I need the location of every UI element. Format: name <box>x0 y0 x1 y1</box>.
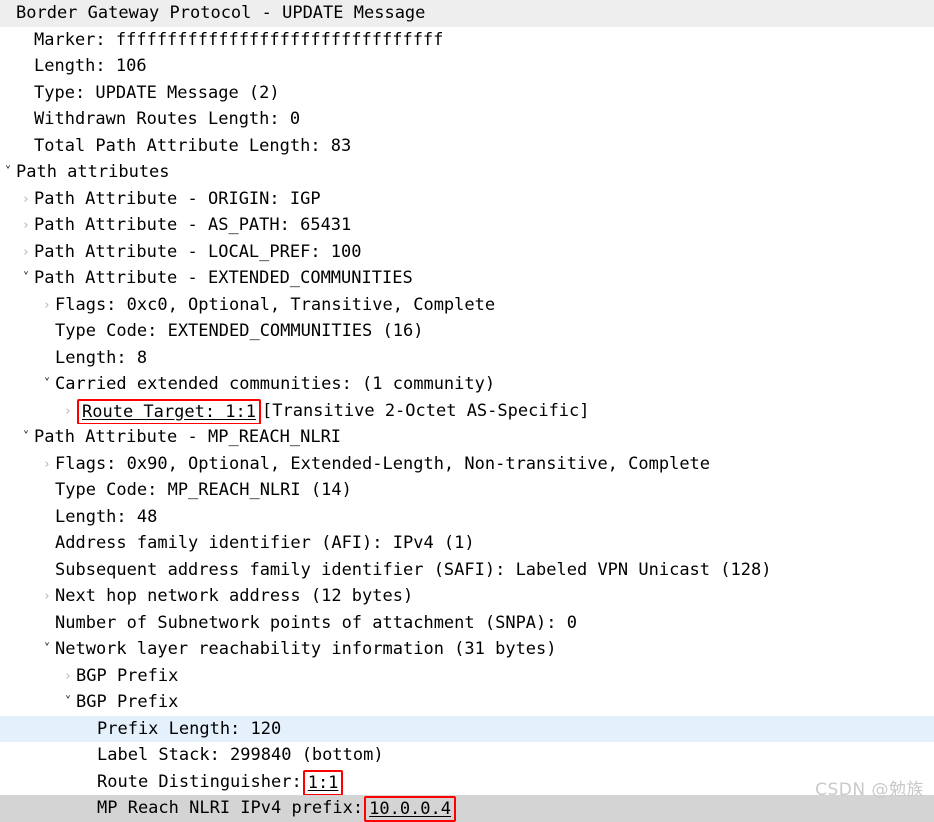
tree-row-mp-reach-type-code[interactable]: Type Code: MP_REACH_NLRI (14) <box>0 477 934 504</box>
tree-row-label: Path Attribute - ORIGIN: IGP <box>34 188 321 209</box>
chevron-down-icon[interactable]: ˅ <box>60 690 76 716</box>
tree-row-label: Flags: 0x90, Optional, Extended-Length, … <box>55 453 711 474</box>
chevron-down-icon[interactable]: ˅ <box>0 160 16 186</box>
tree-row-marker[interactable]: Marker: ffffffffffffffffffffffffffffffff <box>0 27 934 54</box>
tree-row-withdrawn-routes-length[interactable]: Withdrawn Routes Length: 0 <box>0 106 934 133</box>
tree-row-label: Path Attribute - MP_REACH_NLRI <box>34 427 342 447</box>
tree-row-bgp-prefix-1[interactable]: › BGP Prefix <box>0 663 934 690</box>
tree-row-path-attribute-local-pref[interactable]: › Path Attribute - LOCAL_PREF: 100 <box>0 239 934 266</box>
tree-row-type[interactable]: Type: UPDATE Message (2) <box>0 80 934 107</box>
tree-row-label: Border Gateway Protocol - UPDATE Message <box>16 3 426 23</box>
tree-row-label: Total Path Attribute Length: 83 <box>34 135 352 156</box>
tree-row-label: Flags: 0xc0, Optional, Transitive, Compl… <box>55 294 496 315</box>
tree-row-label: Route Distinguisher: <box>97 771 302 792</box>
tree-row-path-attribute-mp-reach-nlri[interactable]: ˅ Path Attribute - MP_REACH_NLRI <box>0 424 934 451</box>
tree-row-length[interactable]: Length: 106 <box>0 53 934 80</box>
tree-row-path-attribute-as-path[interactable]: › Path Attribute - AS_PATH: 65431 <box>0 212 934 239</box>
tree-row-bgp-update-message[interactable]: Border Gateway Protocol - UPDATE Message <box>0 0 934 27</box>
tree-row-label: Subsequent address family identifier (SA… <box>55 559 772 580</box>
tree-row-label: Type: UPDATE Message (2) <box>34 82 280 103</box>
tree-row-mp-reach-flags[interactable]: › Flags: 0x90, Optional, Extended-Length,… <box>0 451 934 478</box>
tree-row-label: Type Code: MP_REACH_NLRI (14) <box>55 480 352 500</box>
tree-row-route-target[interactable]: › Route Target: 1:1 [Transitive 2-Octet A… <box>0 398 934 425</box>
tree-row-path-attribute-extended-communities[interactable]: ˅ Path Attribute - EXTENDED_COMMUNITIES <box>0 265 934 292</box>
tree-row-ext-comm-type-code[interactable]: Type Code: EXTENDED_COMMUNITIES (16) <box>0 318 934 345</box>
tree-row-label: Number of Subnetwork points of attachmen… <box>55 612 577 633</box>
tree-row-prefix-length[interactable]: Prefix Length: 120 <box>0 715 934 742</box>
tree-row-route-distinguisher[interactable]: Route Distinguisher: 1:1 <box>0 769 934 795</box>
tree-row-label: [Transitive 2-Octet AS-Specific] <box>262 400 590 421</box>
tree-row-ext-comm-flags[interactable]: › Flags: 0xc0, Optional, Transitive, Comp… <box>0 292 934 319</box>
tree-row-total-path-attribute-length[interactable]: Total Path Attribute Length: 83 <box>0 133 934 160</box>
tree-row-label-stack[interactable]: Label Stack: 299840 (bottom) <box>0 742 934 769</box>
tree-row-subsequent-address-family-identifier[interactable]: Subsequent address family identifier (SA… <box>0 557 934 584</box>
tree-row-label: Type Code: EXTENDED_COMMUNITIES (16) <box>55 321 424 341</box>
tree-row-label: BGP Prefix <box>76 665 179 686</box>
chevron-right-icon[interactable]: › <box>39 584 55 610</box>
highlighted-value-mp-reach-nlri-ipv4-prefix[interactable]: 10.0.0.4 <box>364 796 456 822</box>
tree-row-label: Length: 106 <box>34 56 147 76</box>
tree-row-label: Address family identifier (AFI): IPv4 (1… <box>55 533 475 553</box>
chevron-right-icon[interactable]: › <box>18 187 34 213</box>
chevron-down-icon[interactable]: ˅ <box>39 372 55 398</box>
tree-row-label: Network layer reachability information (… <box>55 639 557 659</box>
tree-row-carried-extended-communities[interactable]: ˅ Carried extended communities: (1 commun… <box>0 371 934 398</box>
tree-row-path-attributes[interactable]: ˅ Path attributes <box>0 159 934 186</box>
tree-row-mp-reach-nlri-ipv4-prefix[interactable]: MP Reach NLRI IPv4 prefix: 10.0.0.4 <box>0 795 934 822</box>
tree-row-label: MP Reach NLRI IPv4 prefix: <box>97 798 364 818</box>
tree-row-label: Path Attribute - EXTENDED_COMMUNITIES <box>34 268 413 288</box>
chevron-right-icon[interactable]: › <box>18 240 34 266</box>
tree-row-number-of-snpa[interactable]: Number of Subnetwork points of attachmen… <box>0 610 934 637</box>
tree-row-label: Label Stack: 299840 (bottom) <box>97 745 384 765</box>
tree-row-bgp-prefix-2[interactable]: ˅ BGP Prefix <box>0 689 934 716</box>
tree-row-label: BGP Prefix <box>76 692 179 712</box>
chevron-down-icon[interactable]: ˅ <box>39 637 55 663</box>
chevron-right-icon[interactable]: › <box>18 213 34 239</box>
tree-row-label: Next hop network address (12 bytes) <box>55 586 414 606</box>
highlighted-value-route-target[interactable]: Route Target: 1:1 <box>77 398 261 424</box>
tree-row-label: Path Attribute - LOCAL_PREF: 100 <box>34 241 362 262</box>
tree-row-mp-reach-length[interactable]: Length: 48 <box>0 504 934 531</box>
tree-row-label: Marker: ffffffffffffffffffffffffffffffff <box>34 29 444 50</box>
packet-detail-tree[interactable]: Border Gateway Protocol - UPDATE Message… <box>0 0 934 822</box>
highlighted-value-route-distinguisher[interactable]: 1:1 <box>302 769 344 795</box>
tree-row-label: Withdrawn Routes Length: 0 <box>34 109 301 129</box>
tree-row-address-family-identifier[interactable]: Address family identifier (AFI): IPv4 (1… <box>0 530 934 557</box>
tree-row-label: Path attributes <box>16 162 170 182</box>
tree-row-next-hop-network-address[interactable]: › Next hop network address (12 bytes) <box>0 583 934 610</box>
chevron-right-icon[interactable]: › <box>39 293 55 319</box>
chevron-down-icon[interactable]: ˅ <box>18 425 34 451</box>
tree-row-label: Carried extended communities: (1 communi… <box>55 374 496 394</box>
chevron-right-icon[interactable]: › <box>60 399 76 425</box>
tree-row-label: Length: 8 <box>55 347 148 368</box>
tree-row-path-attribute-origin[interactable]: › Path Attribute - ORIGIN: IGP <box>0 186 934 213</box>
tree-row-label: Prefix Length: 120 <box>97 718 282 739</box>
tree-row-label: Path Attribute - AS_PATH: 65431 <box>34 215 352 235</box>
chevron-down-icon[interactable]: ˅ <box>18 266 34 292</box>
tree-row-label: Length: 48 <box>55 506 158 527</box>
tree-row-network-layer-reachability-information[interactable]: ˅ Network layer reachability information … <box>0 636 934 663</box>
tree-row-ext-comm-length[interactable]: Length: 8 <box>0 345 934 372</box>
chevron-right-icon[interactable]: › <box>60 664 76 690</box>
chevron-right-icon[interactable]: › <box>39 452 55 478</box>
